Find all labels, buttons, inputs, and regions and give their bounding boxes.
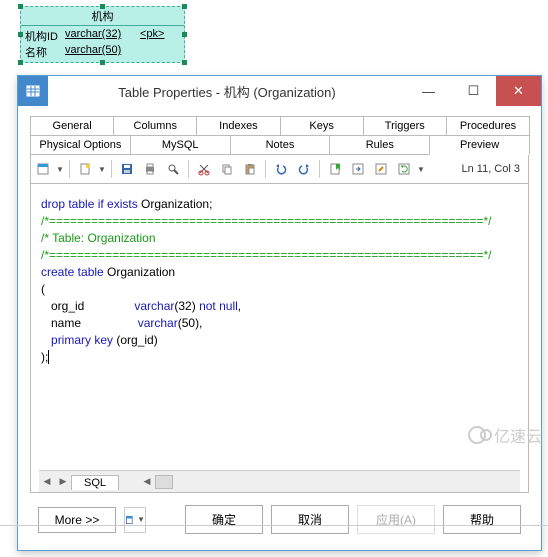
find-icon[interactable] [163,159,183,179]
erd-row: 名称 varchar(50) [25,44,180,60]
dropdown-icon[interactable]: ▼ [98,165,106,174]
bookmark-icon[interactable] [325,159,345,179]
tab-general[interactable]: General [30,116,114,135]
maximize-button[interactable]: ☐ [451,76,496,106]
resize-handle[interactable] [18,60,23,65]
resize-handle[interactable] [18,32,23,37]
erd-title: 机构 [21,7,184,26]
erd-table[interactable]: 机构 机构ID varchar(32) <pk> 名称 varchar(50) [20,6,185,63]
tab-rules[interactable]: Rules [329,135,430,154]
copy-icon[interactable] [217,159,237,179]
dialog-table-properties: Table Properties - 机构 (Organization) — ☐… [17,75,542,551]
scroll-thumb[interactable] [155,475,173,489]
tab-columns[interactable]: Columns [113,116,197,135]
property-icon[interactable] [33,159,53,179]
resize-handle[interactable] [100,4,105,9]
erd-row: 机构ID varchar(32) <pk> [25,28,180,44]
tab-keys[interactable]: Keys [280,116,364,135]
editor-tabs: ◀ ▶ SQL ◀ [39,470,520,492]
erd-body: 机构ID varchar(32) <pk> 名称 varchar(50) [21,26,184,62]
cursor-position: Ln 11, Col 3 [461,163,526,175]
minimize-button[interactable]: — [406,76,451,106]
tab-mysql[interactable]: MySQL [130,135,231,154]
sql-editor[interactable]: drop table if exists Organization; /*===… [39,196,520,470]
tab-preview[interactable]: Preview [429,135,530,155]
editor-tab-sql[interactable]: SQL [71,475,119,490]
editor-wrap: drop table if exists Organization; /*===… [30,184,529,493]
scroll-left-icon[interactable]: ◀ [139,476,155,487]
print-icon[interactable] [140,159,160,179]
edit-icon[interactable] [371,159,391,179]
resize-handle[interactable] [18,4,23,9]
canvas-bottom-line [0,525,548,549]
tab-procedures[interactable]: Procedures [446,116,530,135]
tab-scroll-left-icon[interactable]: ◀ [39,476,55,487]
table-icon [18,76,48,106]
goto-icon[interactable] [348,159,368,179]
window-title: Table Properties - 机构 (Organization) [48,82,406,101]
refresh-icon[interactable] [394,159,414,179]
tab-physical-options[interactable]: Physical Options [30,135,131,154]
tab-notes[interactable]: Notes [230,135,331,154]
undo-icon[interactable] [271,159,291,179]
new-icon[interactable] [75,159,95,179]
dropdown-icon[interactable]: ▼ [56,165,64,174]
tab-triggers[interactable]: Triggers [363,116,447,135]
redo-icon[interactable] [294,159,314,179]
toolbar: ▼ ▼ ▼ Ln 11, Col 3 [30,155,529,184]
resize-handle[interactable] [182,60,187,65]
save-icon[interactable] [117,159,137,179]
resize-handle[interactable] [100,60,105,65]
close-button[interactable]: ✕ [496,76,541,106]
dropdown-icon[interactable]: ▼ [417,165,425,174]
cut-icon[interactable] [194,159,214,179]
horizontal-scrollbar[interactable]: ◀ [139,475,520,489]
resize-handle[interactable] [182,4,187,9]
paste-icon[interactable] [240,159,260,179]
resize-handle[interactable] [182,32,187,37]
tab-indexes[interactable]: Indexes [196,116,280,135]
tab-container: General Columns Indexes Keys Triggers Pr… [30,116,529,155]
tab-scroll-right-icon[interactable]: ▶ [55,476,71,487]
titlebar[interactable]: Table Properties - 机构 (Organization) — ☐… [18,76,541,106]
